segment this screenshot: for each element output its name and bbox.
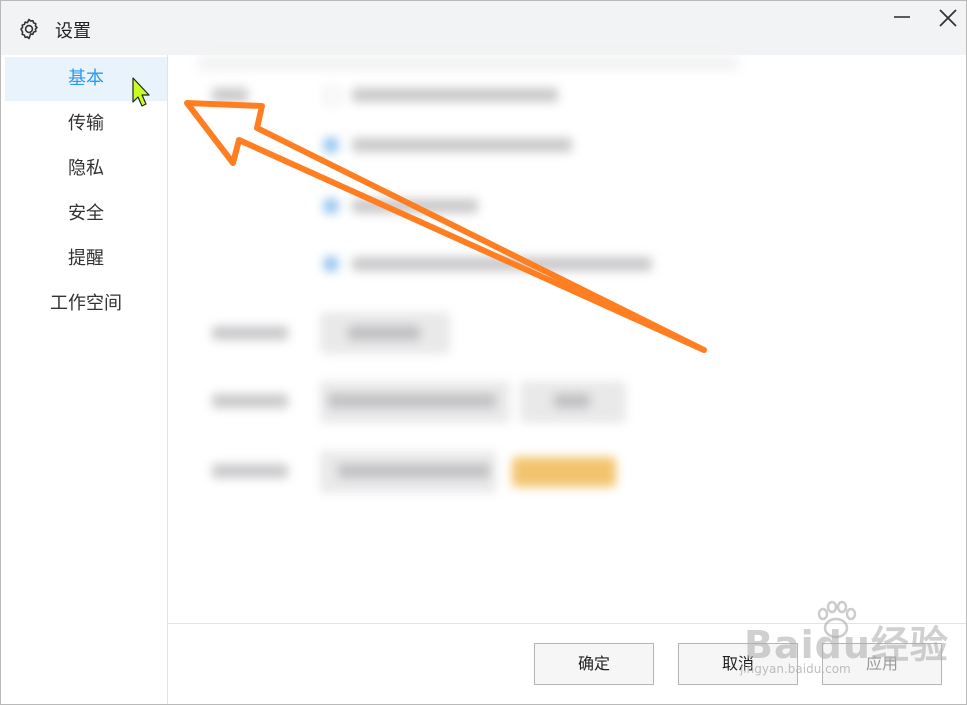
sidebar-item-security[interactable]: 安全 bbox=[5, 192, 167, 236]
sidebar-item-basic[interactable]: 基本 bbox=[5, 57, 167, 101]
close-icon[interactable] bbox=[935, 5, 961, 31]
sidebar-item-reminder[interactable]: 提醒 bbox=[5, 237, 167, 281]
window-title: 设置 bbox=[55, 21, 91, 42]
sidebar-item-transfer[interactable]: 传输 bbox=[5, 102, 167, 146]
settings-sidebar: 基本 传输 隐私 安全 提醒 工作空间 bbox=[1, 55, 168, 704]
sidebar-item-workspace[interactable]: 工作空间 bbox=[5, 282, 167, 326]
title-bar: 设置 bbox=[1, 1, 966, 55]
minimize-icon[interactable] bbox=[890, 5, 914, 29]
apply-button[interactable]: 应用 bbox=[822, 643, 942, 685]
gear-icon bbox=[20, 18, 38, 40]
settings-window: 设置 基本 传输 隐私 安全 提醒 工作空间 确定 取消 应用 bbox=[0, 0, 967, 705]
dialog-footer: 确定 取消 应用 bbox=[168, 623, 966, 704]
cancel-button[interactable]: 取消 bbox=[678, 643, 798, 685]
confirm-button[interactable]: 确定 bbox=[534, 643, 654, 685]
blurred-settings-panel bbox=[168, 55, 966, 625]
sidebar-item-privacy[interactable]: 隐私 bbox=[5, 147, 167, 191]
settings-content bbox=[168, 55, 966, 704]
